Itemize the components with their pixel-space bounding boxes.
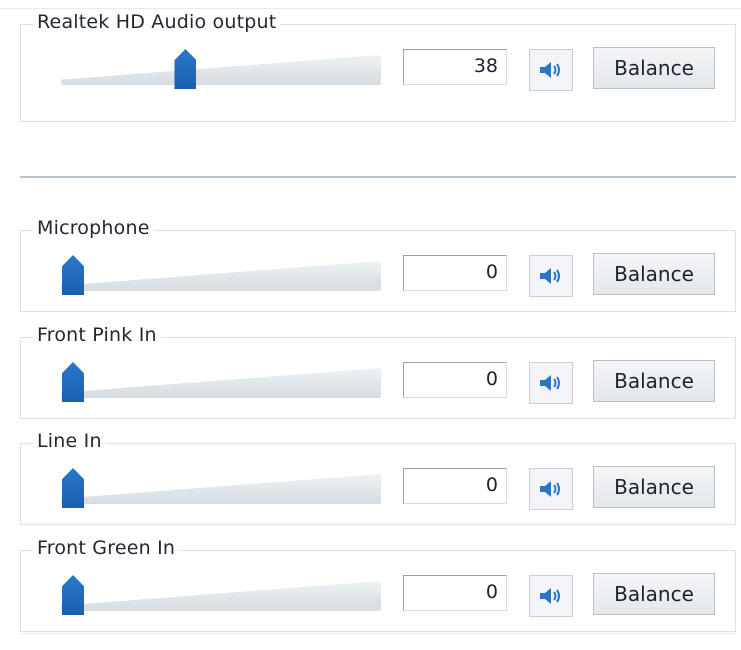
slider-thumb[interactable] [62, 362, 84, 402]
device-name-front-green-in: Front Green In [33, 537, 180, 559]
slider-track [61, 474, 381, 504]
device-group-microphone: Microphone 0 Balance [20, 217, 736, 312]
device-group-front-pink-in: Front Pink In 0 Balance [20, 324, 736, 419]
volume-value-front-pink-in[interactable]: 0 [403, 362, 507, 398]
device-name-line-in: Line In [33, 430, 106, 452]
mute-button-line-in[interactable] [529, 468, 573, 510]
mute-button-front-pink-in[interactable] [529, 362, 573, 404]
section-divider [20, 176, 736, 178]
speaker-icon [540, 481, 560, 497]
device-group-line-in: Line In 0 Balance [20, 430, 736, 525]
volume-value-output[interactable]: 38 [403, 49, 507, 85]
speaker-icon [540, 375, 560, 391]
slider-thumb[interactable] [174, 49, 197, 89]
speaker-icon [540, 588, 560, 604]
slider-thumb[interactable] [62, 255, 84, 295]
volume-slider-microphone[interactable] [61, 255, 381, 299]
bottom-border [20, 633, 736, 634]
device-name-microphone: Microphone [33, 217, 154, 239]
volume-slider-line-in[interactable] [61, 468, 381, 512]
device-group-output: Realtek HD Audio output 38 Balance [20, 11, 736, 122]
slider-thumb[interactable] [62, 575, 84, 615]
volume-value-front-green-in[interactable]: 0 [403, 575, 507, 611]
slider-track [61, 368, 381, 398]
device-name-output: Realtek HD Audio output [33, 11, 281, 33]
top-border [0, 8, 741, 9]
volume-slider-output[interactable] [61, 49, 381, 93]
slider-track [61, 261, 381, 291]
slider-track [61, 55, 381, 85]
volume-slider-front-pink-in[interactable] [61, 362, 381, 406]
volume-value-microphone[interactable]: 0 [403, 255, 507, 291]
balance-button-output[interactable]: Balance [593, 47, 715, 89]
balance-button-front-green-in[interactable]: Balance [593, 573, 715, 615]
volume-value-line-in[interactable]: 0 [403, 468, 507, 504]
device-group-front-green-in: Front Green In 0 Balance [20, 537, 736, 632]
slider-thumb[interactable] [62, 468, 84, 508]
speaker-icon [540, 62, 560, 78]
mute-button-microphone[interactable] [529, 255, 573, 297]
balance-button-front-pink-in[interactable]: Balance [593, 360, 715, 402]
speaker-icon [540, 268, 560, 284]
device-name-front-pink-in: Front Pink In [33, 324, 161, 346]
slider-track [61, 581, 381, 611]
mute-button-output[interactable] [529, 49, 573, 91]
volume-slider-front-green-in[interactable] [61, 575, 381, 619]
mute-button-front-green-in[interactable] [529, 575, 573, 617]
balance-button-microphone[interactable]: Balance [593, 253, 715, 295]
balance-button-line-in[interactable]: Balance [593, 466, 715, 508]
